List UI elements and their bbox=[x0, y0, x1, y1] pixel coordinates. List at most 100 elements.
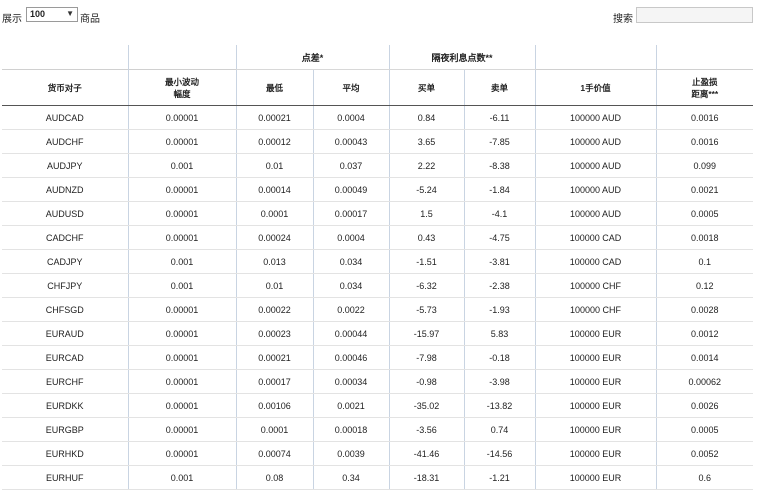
header-spread-group: 点差* bbox=[235, 45, 390, 70]
search-input[interactable] bbox=[636, 7, 753, 23]
cell-min-move: 0.00001 bbox=[127, 345, 236, 370]
show-entries-label: 展示 bbox=[2, 14, 22, 25]
cell-sell: -4.1 bbox=[463, 201, 536, 226]
cell-buy: -7.98 bbox=[388, 345, 465, 370]
cell-average: 0.0004 bbox=[312, 225, 390, 250]
cell-sell: -14.56 bbox=[463, 441, 536, 466]
cell-average: 0.0021 bbox=[312, 393, 390, 418]
cell-buy: -0.98 bbox=[388, 369, 465, 394]
cell-average: 0.00018 bbox=[312, 417, 390, 442]
column-header-stop-distance[interactable]: 止盈损 距离*** bbox=[655, 69, 754, 106]
cell-stop-distance: 0.00062 bbox=[655, 369, 754, 394]
dropdown-arrow-icon: ▼ bbox=[66, 9, 74, 18]
cell-lot-value: 100000 CAD bbox=[534, 249, 657, 274]
cell-min-move: 0.001 bbox=[127, 273, 236, 298]
cell-lowest: 0.01 bbox=[235, 273, 313, 298]
cell-stop-distance: 0.1 bbox=[655, 249, 754, 274]
cell-lot-value: 100000 EUR bbox=[534, 345, 657, 370]
cell-lot-value: 100000 EUR bbox=[534, 417, 657, 442]
column-header-min-move[interactable]: 最小波动 幅度 bbox=[127, 69, 236, 106]
cell-buy: -15.97 bbox=[388, 321, 465, 346]
cell-min-move: 0.00001 bbox=[127, 225, 236, 250]
cell-buy: -5.73 bbox=[388, 297, 465, 322]
cell-buy: -6.32 bbox=[388, 273, 465, 298]
cell-sell: -3.98 bbox=[463, 369, 536, 394]
cell-buy: -41.46 bbox=[388, 441, 465, 466]
cell-min-move: 0.001 bbox=[127, 249, 236, 274]
cell-buy: 3.65 bbox=[388, 129, 465, 154]
cell-lowest: 0.00074 bbox=[235, 441, 313, 466]
column-header-pair[interactable]: 货币对子 bbox=[2, 69, 128, 106]
cell-pair: CHFJPY bbox=[2, 273, 128, 298]
cell-lot-value: 100000 CHF bbox=[534, 273, 657, 298]
cell-pair: AUDUSD bbox=[2, 201, 128, 226]
cell-stop-distance: 0.0021 bbox=[655, 177, 754, 202]
cell-lot-value: 100000 CHF bbox=[534, 297, 657, 322]
cell-lowest: 0.00021 bbox=[235, 345, 313, 370]
cell-lot-value: 100000 AUD bbox=[534, 105, 657, 130]
cell-pair: EURHKD bbox=[2, 441, 128, 466]
cell-stop-distance: 0.0016 bbox=[655, 129, 754, 154]
cell-pair: AUDCAD bbox=[2, 105, 128, 130]
header-lot-value-spacer bbox=[534, 45, 657, 70]
table-row: AUDJPY 0.001 0.01 0.037 2.22 -8.38 100000 AUD 0… bbox=[2, 153, 754, 178]
cell-stop-distance: 0.0012 bbox=[655, 321, 754, 346]
cell-sell: -1.93 bbox=[463, 297, 536, 322]
cell-average: 0.00034 bbox=[312, 369, 390, 394]
cell-sell: 0.74 bbox=[463, 417, 536, 442]
table-row: CADCHF 0.00001 0.00024 0.0004 0.43 -4.75 10000… bbox=[2, 225, 754, 250]
table-row: AUDCHF 0.00001 0.00012 0.00043 3.65 -7.85 1000… bbox=[2, 129, 754, 154]
cell-pair: CADCHF bbox=[2, 225, 128, 250]
cell-stop-distance: 0.0028 bbox=[655, 297, 754, 322]
header-stop-spacer bbox=[655, 45, 754, 70]
cell-stop-distance: 0.0026 bbox=[655, 393, 754, 418]
cell-stop-distance: 0.0005 bbox=[655, 417, 754, 442]
items-label: 商品 bbox=[80, 14, 100, 25]
page-size-value: 100 bbox=[30, 9, 46, 19]
cell-min-move: 0.00001 bbox=[127, 201, 236, 226]
cell-pair: EURCHF bbox=[2, 369, 128, 394]
cell-lowest: 0.00012 bbox=[235, 129, 313, 154]
cell-lot-value: 100000 AUD bbox=[534, 129, 657, 154]
cell-sell: -1.84 bbox=[463, 177, 536, 202]
cell-average: 0.00044 bbox=[312, 321, 390, 346]
cell-lot-value: 100000 AUD bbox=[534, 153, 657, 178]
column-header-average[interactable]: 平均 bbox=[312, 69, 390, 106]
cell-lowest: 0.00106 bbox=[235, 393, 313, 418]
cell-buy: -35.02 bbox=[388, 393, 465, 418]
cell-buy: -5.24 bbox=[388, 177, 465, 202]
cell-pair: EURAUD bbox=[2, 321, 128, 346]
table-row: EURCHF 0.00001 0.00017 0.00034 -0.98 -3.98 100… bbox=[2, 369, 754, 394]
cell-average: 0.00049 bbox=[312, 177, 390, 202]
cell-lot-value: 100000 EUR bbox=[534, 321, 657, 346]
cell-average: 0.0039 bbox=[312, 441, 390, 466]
cell-lowest: 0.00023 bbox=[235, 321, 313, 346]
header-min-move-spacer bbox=[127, 45, 236, 70]
column-header-sell[interactable]: 卖单 bbox=[463, 69, 536, 106]
cell-buy: 1.5 bbox=[388, 201, 465, 226]
column-header-lot-value[interactable]: 1手价值 bbox=[534, 69, 657, 106]
cell-min-move: 0.00001 bbox=[127, 105, 236, 130]
cell-min-move: 0.00001 bbox=[127, 297, 236, 322]
cell-sell: -4.75 bbox=[463, 225, 536, 250]
column-header-buy[interactable]: 买单 bbox=[388, 69, 465, 106]
table-row: EURHKD 0.00001 0.00074 0.0039 -41.46 -14.56 10… bbox=[2, 441, 754, 466]
table-toolbar: 展示 100 ▼ 商品 搜索 bbox=[0, 0, 767, 32]
table-row: CADJPY 0.001 0.013 0.034 -1.51 -3.81 100000 CA… bbox=[2, 249, 754, 274]
cell-lot-value: 100000 AUD bbox=[534, 177, 657, 202]
cell-buy: 0.84 bbox=[388, 105, 465, 130]
page-size-select[interactable]: 100 ▼ bbox=[26, 7, 78, 22]
cell-lowest: 0.00014 bbox=[235, 177, 313, 202]
cell-min-move: 0.00001 bbox=[127, 369, 236, 394]
cell-buy: -1.51 bbox=[388, 249, 465, 274]
cell-min-move: 0.00001 bbox=[127, 177, 236, 202]
cell-pair: CHFSGD bbox=[2, 297, 128, 322]
cell-sell: -0.18 bbox=[463, 345, 536, 370]
cell-pair: EURDKK bbox=[2, 393, 128, 418]
cell-stop-distance: 0.0052 bbox=[655, 441, 754, 466]
column-header-lowest[interactable]: 最低 bbox=[235, 69, 313, 106]
cell-sell: -2.38 bbox=[463, 273, 536, 298]
table-row: EURAUD 0.00001 0.00023 0.00044 -15.97 5.83 100… bbox=[2, 321, 754, 346]
cell-lot-value: 100000 EUR bbox=[534, 393, 657, 418]
cell-stop-distance: 0.0018 bbox=[655, 225, 754, 250]
